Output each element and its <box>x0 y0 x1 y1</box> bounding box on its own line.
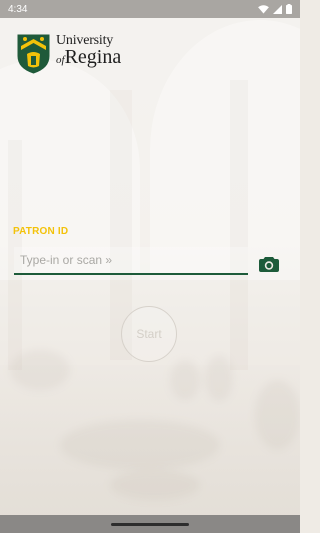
patron-id-input[interactable] <box>14 247 248 275</box>
patron-id-field-wrapper <box>14 247 248 277</box>
scan-button[interactable] <box>259 255 279 272</box>
university-logo: University ofRegina <box>17 34 121 74</box>
wifi-icon <box>258 4 269 14</box>
status-bar: 4:34 <box>0 0 300 18</box>
battery-icon <box>286 4 292 14</box>
start-button[interactable]: Start <box>121 306 177 362</box>
logo-line-2: ofRegina <box>56 47 121 67</box>
home-gesture-handle[interactable] <box>111 522 189 526</box>
logo-line-2-prefix: of <box>56 54 65 66</box>
university-crest-icon <box>17 34 50 74</box>
patron-id-label: PATRON ID <box>13 226 69 237</box>
signal-icon <box>273 4 282 14</box>
logo-line-2-name: Regina <box>64 46 122 68</box>
camera-icon <box>259 256 279 272</box>
status-icons <box>258 4 292 14</box>
status-time: 4:34 <box>8 3 28 15</box>
university-wordmark: University ofRegina <box>56 34 121 68</box>
navigation-bar <box>0 515 300 533</box>
